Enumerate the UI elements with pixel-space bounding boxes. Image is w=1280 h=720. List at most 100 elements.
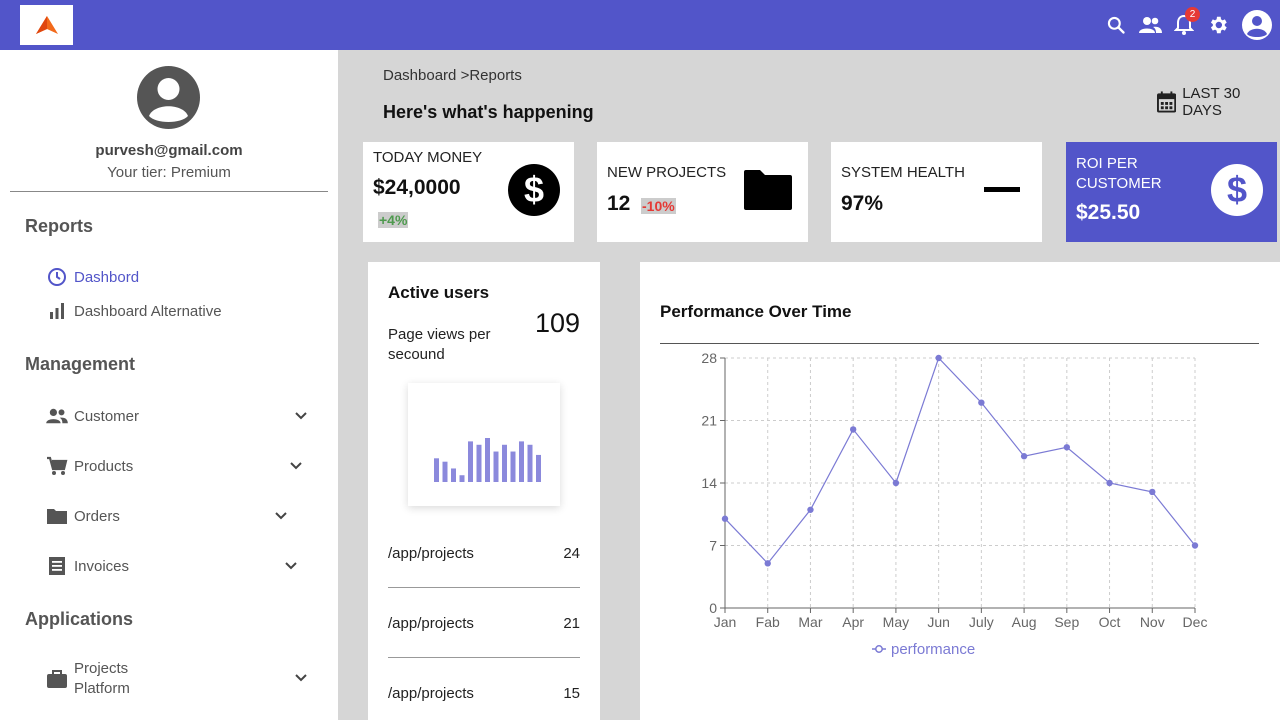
gear-icon xyxy=(1210,16,1227,34)
user-tier: Your tier: Premium xyxy=(107,164,231,181)
data-point[interactable] xyxy=(935,354,942,362)
page-row[interactable]: /app/projects 21 xyxy=(388,608,580,638)
settings-button[interactable] xyxy=(1206,0,1230,50)
data-point[interactable] xyxy=(1106,479,1113,487)
page-row[interactable]: /app/projects 24 xyxy=(388,538,580,568)
y-tick-label: 28 xyxy=(701,350,717,366)
dollar-icon: $ xyxy=(1211,164,1263,216)
chart-legend[interactable]: performance xyxy=(872,641,975,658)
series-line-performance xyxy=(724,356,1196,565)
mini-bar-chart xyxy=(408,383,560,506)
sidebar-item-products[interactable]: Products xyxy=(46,453,133,479)
page-count: 15 xyxy=(563,684,580,702)
data-point[interactable] xyxy=(1063,444,1071,451)
sidebar-item-label-line2: Platform xyxy=(74,680,130,697)
stat-label: TODAY MONEY xyxy=(373,149,483,166)
mini-bar xyxy=(502,444,507,482)
data-point[interactable] xyxy=(849,426,857,433)
stat-value: $24,0000 xyxy=(373,176,461,199)
data-point[interactable] xyxy=(978,399,985,406)
legend-label: performance xyxy=(891,641,975,658)
people-button[interactable] xyxy=(1137,0,1163,50)
sidebar-item-label: Dashbord xyxy=(74,268,140,286)
chevron-down-icon[interactable] xyxy=(288,458,304,474)
shopping-cart-icon xyxy=(46,455,68,477)
data-point[interactable] xyxy=(892,479,900,487)
receipt-icon xyxy=(46,555,68,577)
data-point[interactable] xyxy=(1191,542,1199,549)
stat-value: 97% xyxy=(841,192,884,215)
stat-label: NEW PROJECTS xyxy=(607,164,727,181)
bar-chart-icon xyxy=(46,300,68,322)
page-row[interactable]: /app/projects 15 xyxy=(388,678,580,708)
x-tick-label: Apr xyxy=(842,614,864,630)
chevron-down-icon[interactable] xyxy=(273,508,289,524)
search-icon xyxy=(1107,16,1125,34)
dollar-icon: $ xyxy=(508,164,560,216)
x-tick-label: Nov xyxy=(1140,614,1165,630)
mini-bar xyxy=(536,454,541,482)
notification-badge: 2 xyxy=(1185,7,1200,22)
account-button[interactable] xyxy=(1242,0,1272,50)
chevron-down-icon[interactable] xyxy=(293,408,309,424)
data-point[interactable] xyxy=(764,560,771,567)
active-users-card: Active users Page views per secound 109 … xyxy=(368,262,600,720)
sidebar-item-invoices[interactable]: Invoices xyxy=(46,553,129,579)
data-point[interactable] xyxy=(1149,488,1156,496)
user-avatar[interactable] xyxy=(137,66,200,134)
date-range-label: LAST 30 DAYS xyxy=(1182,85,1241,119)
section-title-applications: Applications xyxy=(25,609,134,629)
mini-bar xyxy=(476,444,482,482)
section-title-management: Management xyxy=(25,354,136,374)
x-tick-label: Mar xyxy=(798,614,822,630)
people-icon xyxy=(46,405,68,427)
chevron-down-icon[interactable] xyxy=(293,670,309,686)
page-path: /app/projects xyxy=(388,684,474,702)
breadcrumb-separator: > xyxy=(460,67,470,84)
stat-card-new-projects: NEW PROJECTS 12 -10% xyxy=(597,142,808,242)
mini-bar xyxy=(434,458,439,482)
clock-icon xyxy=(46,266,68,288)
stat-delta-badge: +4% xyxy=(378,212,409,228)
y-tick-label: 21 xyxy=(701,413,717,429)
app-logo[interactable] xyxy=(20,5,73,45)
group-icon xyxy=(1139,17,1162,33)
sidebar-item-dashboard-alternative[interactable]: Dashboard Alternative xyxy=(46,298,222,324)
sidebar: purvesh@gmail.com Your tier: Premium Rep… xyxy=(0,50,338,720)
data-point[interactable] xyxy=(1020,453,1028,460)
x-tick-label: Sep xyxy=(1054,614,1079,630)
stat-label-line2: CUSTOMER xyxy=(1076,175,1162,192)
stat-card-roi: ROI PER CUSTOMER $25.50 $ xyxy=(1066,142,1277,242)
mini-bar xyxy=(468,441,473,482)
sidebar-item-dashbord[interactable]: Dashbord xyxy=(46,264,139,290)
sidebar-item-label: Dashboard Alternative xyxy=(74,302,222,320)
stat-label: ROI PER CUSTOMER xyxy=(1076,154,1162,194)
stat-value: $25.50 xyxy=(1076,201,1141,224)
x-tick-label: May xyxy=(883,614,909,630)
search-button[interactable] xyxy=(1104,0,1128,50)
notifications-button[interactable]: 2 xyxy=(1172,0,1200,50)
x-tick-label: Aug xyxy=(1012,614,1037,630)
data-point[interactable] xyxy=(721,515,729,522)
sidebar-item-orders[interactable]: Orders xyxy=(46,503,120,529)
x-tick-label: July xyxy=(969,614,994,630)
sidebar-divider xyxy=(10,191,328,192)
date-range-selector[interactable]: LAST 30 DAYS xyxy=(1157,85,1280,119)
legend-marker-icon xyxy=(875,645,883,653)
row-divider xyxy=(388,587,580,588)
logo-icon xyxy=(35,16,58,34)
sidebar-item-label: Customer xyxy=(74,407,140,425)
mini-bar xyxy=(485,438,490,482)
mini-bar xyxy=(459,475,465,482)
data-point[interactable] xyxy=(807,506,814,513)
page-views-value: 109 xyxy=(534,308,580,338)
breadcrumb-root[interactable]: Dashboard xyxy=(383,67,456,84)
sidebar-item-customer[interactable]: Customer xyxy=(46,403,139,429)
sidebar-item-label: Orders xyxy=(74,507,120,525)
sidebar-item-projects-platform[interactable]: Projects Platform xyxy=(46,657,130,701)
briefcase-icon xyxy=(46,668,68,690)
chevron-down-icon[interactable] xyxy=(283,558,299,574)
mini-bar xyxy=(493,451,499,482)
calendar-icon xyxy=(1157,91,1177,113)
user-email: purvesh@gmail.com xyxy=(95,142,243,159)
